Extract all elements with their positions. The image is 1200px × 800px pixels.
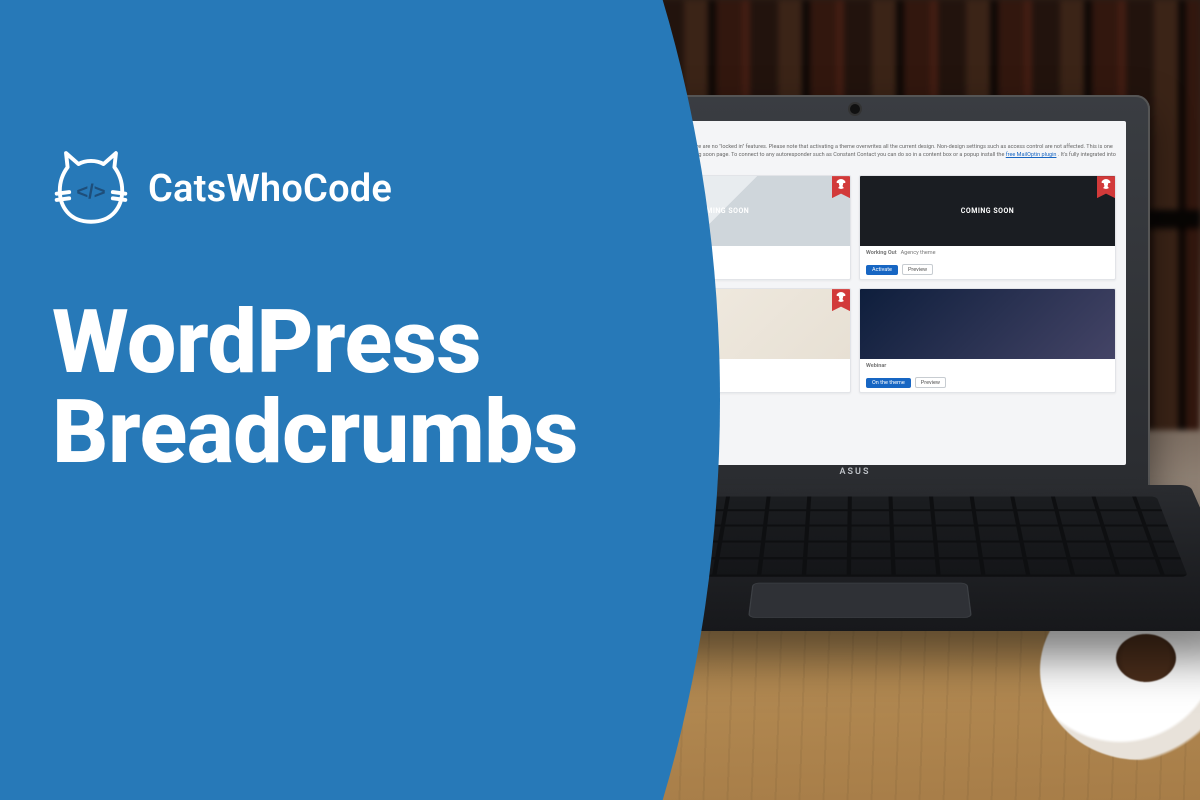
- theme-thumb: COMING SOON: [860, 176, 1115, 246]
- activate-button[interactable]: On the theme: [866, 378, 911, 388]
- theme-name: Webinar: [866, 363, 886, 369]
- activate-button[interactable]: Activate: [866, 265, 898, 275]
- theme-actions: On the theme Preview: [860, 373, 1115, 392]
- theme-sub: Agency theme: [901, 250, 936, 256]
- cat-logo-icon: </>: [52, 150, 130, 228]
- theme-meta: Webinar: [860, 359, 1115, 373]
- trackpad: [748, 583, 972, 618]
- brand-row: </> CatsWhoCode: [52, 150, 700, 228]
- svg-text:</>: </>: [76, 181, 105, 203]
- theme-name: Working Out: [866, 250, 897, 256]
- brand-name: CatsWhoCode: [148, 167, 392, 211]
- theme-thumb: [860, 289, 1115, 359]
- title-line-1: WordPress: [52, 298, 700, 388]
- thumb-label: COMING SOON: [961, 207, 1014, 215]
- title-line-2: Breadcrumbs: [52, 388, 700, 478]
- theme-meta: Working Out Agency theme: [860, 246, 1115, 260]
- hero-banner: Maintenance Mode can be flexibly adjuste…: [0, 0, 1200, 800]
- preview-button[interactable]: Preview: [902, 264, 933, 275]
- page-title: WordPress Breadcrumbs: [52, 298, 700, 478]
- webcam-icon: [850, 104, 860, 114]
- laptop-brand: ASUS: [840, 467, 871, 477]
- preview-button[interactable]: Preview: [915, 377, 946, 388]
- screen-paragraph-link[interactable]: free MailOptin plugin: [1006, 152, 1057, 158]
- blue-overlay: </> CatsWhoCode WordPress Breadcrumbs: [0, 0, 760, 800]
- theme-actions: Activate Preview: [860, 260, 1115, 279]
- theme-card: COMING SOON Working Out Agency theme Acti…: [859, 175, 1116, 280]
- theme-card: Webinar On the theme Preview: [859, 288, 1116, 393]
